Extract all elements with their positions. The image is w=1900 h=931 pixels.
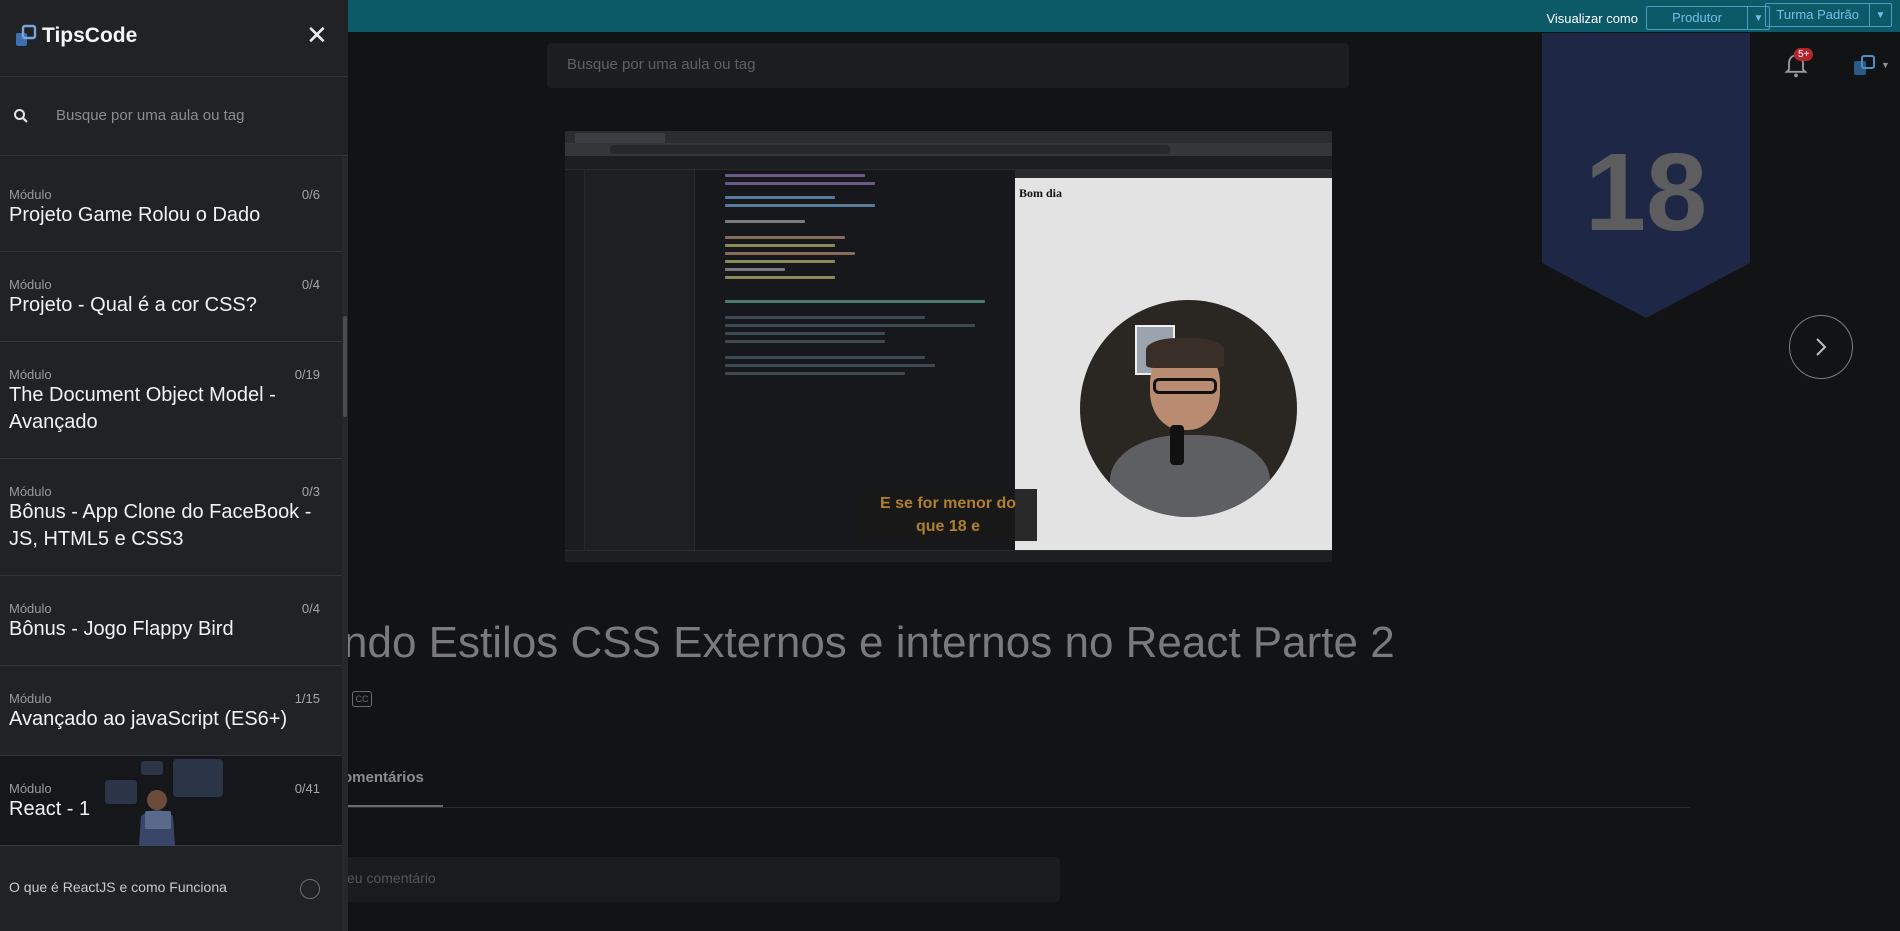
module-list: Módulo 0/6 Projeto Game Rolou o Dado Mód… <box>0 157 342 931</box>
lesson-complete-checkbox[interactable] <box>300 879 320 899</box>
module-name: React - 1 <box>9 798 91 820</box>
module-progress: 1/15 <box>294 691 320 706</box>
module-item[interactable]: Módulo 0/3 Bônus - App Clone do FaceBook… <box>0 459 342 576</box>
module-progress: 0/6 <box>301 187 320 202</box>
module-item[interactable]: Módulo 0/4 Projeto - Qual é a cor CSS? <box>0 252 342 342</box>
module-progress: 0/4 <box>301 601 320 616</box>
module-progress: 0/4 <box>301 277 320 292</box>
sidebar-scrollbar[interactable] <box>342 157 348 931</box>
module-kind-label: Módulo <box>9 277 52 292</box>
module-name: The Document Object Model - Avançado <box>9 384 276 433</box>
module-kind-label: Módulo <box>9 601 52 616</box>
module-sidebar: TipsCode ✕ Busque por uma aula ou tag Mó… <box>0 0 348 931</box>
module-name: Bônus - Jogo Flappy Bird <box>9 618 234 640</box>
module-kind-label: Módulo <box>9 691 52 706</box>
brand-name: TipsCode <box>42 24 138 47</box>
sidebar-search-input[interactable]: Busque por uma aula ou tag <box>56 107 244 124</box>
module-kind-label: Módulo <box>9 484 52 499</box>
search-icon <box>14 109 28 123</box>
module-item[interactable]: Módulo 0/19 The Document Object Model - … <box>0 342 342 459</box>
lesson-item[interactable]: O que é ReactJS e como Funciona <box>0 857 342 917</box>
dim-overlay[interactable] <box>348 0 1900 931</box>
module-name: Projeto Game Rolou o Dado <box>9 204 261 226</box>
module-name: Avançado ao javaScript (ES6+) <box>9 708 288 730</box>
sidebar-scroll-thumb[interactable] <box>343 316 347 417</box>
module-name: Bônus - App Clone do FaceBook - JS, HTML… <box>9 501 312 550</box>
module-item-active[interactable]: Módulo 0/41 React - 1 <box>0 756 342 846</box>
module-progress: 0/19 <box>294 367 320 382</box>
module-kind-label: Módulo <box>9 187 52 202</box>
module-item[interactable]: Módulo 0/6 Projeto Game Rolou o Dado <box>0 157 342 252</box>
module-progress: 0/41 <box>294 781 320 796</box>
module-name: Projeto - Qual é a cor CSS? <box>9 294 257 316</box>
module-progress: 0/3 <box>301 484 320 499</box>
sidebar-header: TipsCode ✕ <box>0 0 348 77</box>
close-icon[interactable]: ✕ <box>306 20 328 51</box>
module-kind-label: Módulo <box>9 781 52 796</box>
module-kind-label: Módulo <box>9 367 52 382</box>
lesson-name: O que é ReactJS e como Funciona <box>9 879 227 895</box>
module-item[interactable]: Módulo 0/4 Bônus - Jogo Flappy Bird <box>0 576 342 666</box>
tipscode-logo-icon <box>16 24 37 46</box>
module-item[interactable]: Módulo 1/15 Avançado ao javaScript (ES6+… <box>0 666 342 756</box>
